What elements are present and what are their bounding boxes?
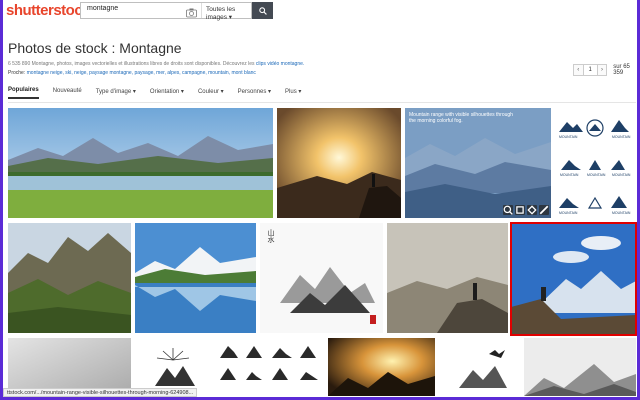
search-icon [258, 6, 267, 15]
logo-label-1: MOUNTAIN [559, 135, 578, 139]
image-tile-grey-peaks[interactable] [524, 338, 636, 396]
edit-icon[interactable] [539, 205, 549, 215]
lightbox-icon[interactable] [515, 205, 525, 215]
image-tile-sunrise-hiker[interactable] [277, 108, 401, 218]
filter-divider [8, 102, 636, 103]
zoom-icon[interactable] [503, 205, 513, 215]
filter-image-type[interactable]: Type d'image ▾ [96, 88, 136, 99]
filter-more[interactable]: Plus ▾ [285, 88, 301, 99]
prev-page-button[interactable]: ‹ [573, 64, 584, 76]
window-frame-left [0, 0, 3, 400]
image-tile-mountain-icons[interactable] [216, 338, 324, 396]
logo-label-7: MOUNTAIN [612, 211, 631, 215]
image-type-select[interactable]: Toutes les images ▾ [201, 3, 251, 21]
image-tile-blue-sky-hiker[interactable] [510, 222, 637, 336]
page-title: Photos de stock : Montagne [8, 40, 182, 56]
page-number-input[interactable]: 1 [583, 64, 597, 76]
image-tile-hiker-summit[interactable] [387, 223, 508, 333]
pagination: ‹ 1 › sur 65 359 [573, 64, 640, 76]
image-hover-caption: Mountain range with visible silhouettes … [409, 112, 513, 124]
filter-people[interactable]: Personnes ▾ [238, 88, 271, 99]
logo-label-2: MOUNTAIN [612, 135, 631, 139]
image-actions [501, 205, 549, 215]
filter-color[interactable]: Couleur ▾ [198, 88, 224, 99]
image-tile-sunset-climber[interactable] [328, 338, 435, 396]
camera-icon[interactable] [186, 5, 197, 18]
filter-popular[interactable]: Populaires [8, 87, 39, 99]
similar-icon[interactable] [527, 205, 537, 215]
search-button[interactable] [252, 2, 273, 19]
image-tile-ink-painting[interactable]: 山水 [260, 223, 383, 333]
browser-status-url: ttstock.com/.../mountain-range-visible-s… [3, 388, 198, 397]
page-total: sur 65 359 [613, 64, 630, 76]
image-tile-rocky-cliffs[interactable] [8, 223, 131, 333]
filter-orientation[interactable]: Orientation ▾ [150, 88, 184, 99]
logo-label-5: MOUNTAIN [612, 173, 631, 177]
image-tile-foggy-range[interactable]: Mountain range with visible silhouettes … [405, 108, 551, 218]
related-searches: Proche: montagne neige, ski, neige, pays… [8, 70, 256, 76]
results-count-text: 6 535 890 Montagne, photos, images vecto… [8, 61, 255, 67]
results-info: 6 535 890 Montagne, photos, images vecto… [8, 61, 304, 67]
image-tile-eagle-sketch[interactable] [439, 338, 520, 396]
video-clips-link[interactable]: clips vidéo montagne. [256, 61, 304, 67]
related-links[interactable]: montagne neige, ski, neige, paysage mont… [27, 70, 256, 76]
search-input[interactable]: montagne [87, 5, 118, 12]
calligraphy-text: 山水 [267, 229, 275, 243]
related-label: Proche: [8, 70, 26, 76]
logo-label-6: MOUNTAIN [559, 211, 578, 215]
shutterstock-logo[interactable]: shutterstock [6, 2, 91, 19]
logo-label-4: MOUNTAIN [587, 173, 606, 177]
logo-label-3: MOUNTAIN [560, 173, 579, 177]
next-page-button[interactable]: › [596, 64, 608, 76]
search-bar[interactable]: montagne Toutes les images ▾ [80, 2, 252, 21]
image-tile-alpine-lake[interactable] [135, 223, 256, 333]
image-tile-mountain-logos[interactable]: MOUNTAIN MOUNTAIN MOUNTAIN MOUNTAIN MOUN… [555, 108, 636, 218]
filter-bar: Populaires Nouveauté Type d'image ▾ Orie… [8, 85, 315, 101]
image-tile-lake-landscape[interactable] [8, 108, 273, 218]
filter-newest[interactable]: Nouveauté [53, 88, 82, 98]
